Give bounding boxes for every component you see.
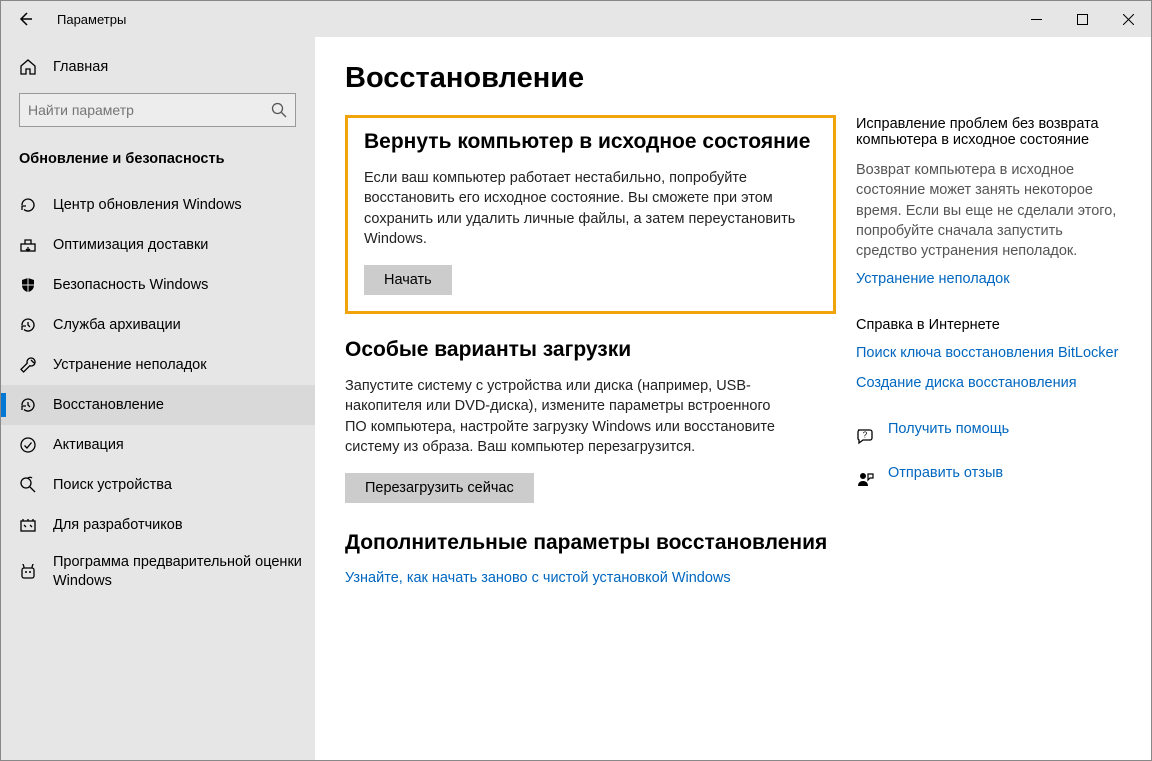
activation-icon <box>19 436 37 454</box>
search-input[interactable] <box>28 102 271 118</box>
sidebar-item-label: Оптимизация доставки <box>53 237 208 253</box>
arrow-left-icon <box>17 11 33 27</box>
home-icon <box>19 58 37 76</box>
restart-now-button[interactable]: Перезагрузить сейчас <box>345 473 534 503</box>
bitlocker-key-link[interactable]: Поиск ключа восстановления BitLocker <box>856 345 1121 361</box>
advanced-startup-body: Запустите систему с устройства или диска… <box>345 376 785 457</box>
window-title: Параметры <box>49 12 126 27</box>
content-area: Восстановление Вернуть компьютер в исход… <box>315 37 1151 760</box>
aside-webhelp-heading: Справка в Интернете <box>856 317 1121 333</box>
sidebar-item-windows-security[interactable]: Безопасность Windows <box>1 265 315 305</box>
sidebar-item-label: Активация <box>53 437 124 453</box>
titlebar: Параметры <box>1 1 1151 37</box>
sidebar-item-for-developers[interactable]: Для разработчиков <box>1 505 315 545</box>
aside-troubleshoot: Исправление проблем без возврата компьют… <box>856 116 1121 287</box>
sidebar-item-backup[interactable]: Служба архивации <box>1 305 315 345</box>
aside-column: Исправление проблем без возврата компьют… <box>856 62 1121 740</box>
sidebar-item-label: Поиск устройства <box>53 477 172 493</box>
aside-troubleshoot-heading: Исправление проблем без возврата компьют… <box>856 116 1121 148</box>
more-recovery-section: Дополнительные параметры восстановления … <box>345 531 836 586</box>
sidebar-item-windows-update[interactable]: Центр обновления Windows <box>1 185 315 225</box>
reset-heading: Вернуть компьютер в исходное состояние <box>364 130 817 154</box>
sidebar: Главная Обновление и безопасность Центр … <box>1 37 315 760</box>
home-button[interactable]: Главная <box>1 47 315 87</box>
home-label: Главная <box>53 59 108 75</box>
back-button[interactable] <box>1 1 49 37</box>
recovery-icon <box>19 396 37 414</box>
sidebar-item-label: Центр обновления Windows <box>53 197 242 213</box>
refresh-icon <box>19 196 37 214</box>
sidebar-item-label: Безопасность Windows <box>53 277 208 293</box>
sidebar-item-insider[interactable]: Программа предварительной оценки Windows <box>1 545 315 599</box>
developers-icon <box>19 516 37 534</box>
help-icon: ? <box>856 427 874 445</box>
advanced-startup-heading: Особые варианты загрузки <box>345 338 836 362</box>
sidebar-item-label: Для разработчиков <box>53 517 183 533</box>
category-title: Обновление и безопасность <box>1 141 315 185</box>
advanced-startup-section: Особые варианты загрузки Запустите систе… <box>345 338 836 503</box>
minimize-button[interactable] <box>1013 1 1059 37</box>
maximize-icon <box>1077 14 1088 25</box>
close-button[interactable] <box>1105 1 1151 37</box>
sidebar-item-activation[interactable]: Активация <box>1 425 315 465</box>
aside-troubleshoot-link[interactable]: Устранение неполадок <box>856 271 1121 287</box>
fresh-start-link[interactable]: Узнайте, как начать заново с чистой уста… <box>345 570 731 586</box>
reset-pc-section: Вернуть компьютер в исходное состояние Е… <box>345 115 836 314</box>
close-icon <box>1123 14 1134 25</box>
minimize-icon <box>1031 14 1042 25</box>
feedback-row[interactable]: Отправить отзыв <box>856 465 1121 495</box>
delivery-icon <box>19 236 37 254</box>
wrench-icon <box>19 356 37 374</box>
sidebar-item-find-my-device[interactable]: Поиск устройства <box>1 465 315 505</box>
main-column: Восстановление Вернуть компьютер в исход… <box>345 62 836 740</box>
search-icon <box>271 102 287 118</box>
insider-icon <box>19 563 37 581</box>
page-title: Восстановление <box>345 62 836 95</box>
reset-body: Если ваш компьютер работает нестабильно,… <box>364 168 804 249</box>
sidebar-item-troubleshoot[interactable]: Устранение неполадок <box>1 345 315 385</box>
recovery-drive-link[interactable]: Создание диска восстановления <box>856 375 1121 391</box>
get-help-row[interactable]: ? Получить помощь <box>856 421 1121 451</box>
find-device-icon <box>19 476 37 494</box>
reset-start-button[interactable]: Начать <box>364 265 452 295</box>
feedback-label: Отправить отзыв <box>888 465 1003 481</box>
more-recovery-heading: Дополнительные параметры восстановления <box>345 531 836 555</box>
search-box[interactable] <box>19 93 296 127</box>
aside-troubleshoot-body: Возврат компьютера в исходное состояние … <box>856 160 1121 261</box>
maximize-button[interactable] <box>1059 1 1105 37</box>
settings-window: Параметры Главная <box>0 0 1152 761</box>
aside-support: ? Получить помощь Отправить отзыв <box>856 421 1121 495</box>
sidebar-item-label: Восстановление <box>53 397 164 413</box>
shield-icon <box>19 276 37 294</box>
sidebar-item-label: Программа предварительной оценки Windows <box>53 553 315 591</box>
feedback-icon <box>856 471 874 489</box>
aside-webhelp: Справка в Интернете Поиск ключа восстано… <box>856 317 1121 391</box>
sidebar-item-delivery-optimization[interactable]: Оптимизация доставки <box>1 225 315 265</box>
get-help-label: Получить помощь <box>888 421 1009 437</box>
sidebar-item-label: Служба архивации <box>53 317 181 333</box>
sidebar-item-recovery[interactable]: Восстановление <box>1 385 315 425</box>
backup-icon <box>19 316 37 334</box>
svg-text:?: ? <box>863 431 868 440</box>
window-controls <box>1013 1 1151 37</box>
sidebar-item-label: Устранение неполадок <box>53 357 207 373</box>
